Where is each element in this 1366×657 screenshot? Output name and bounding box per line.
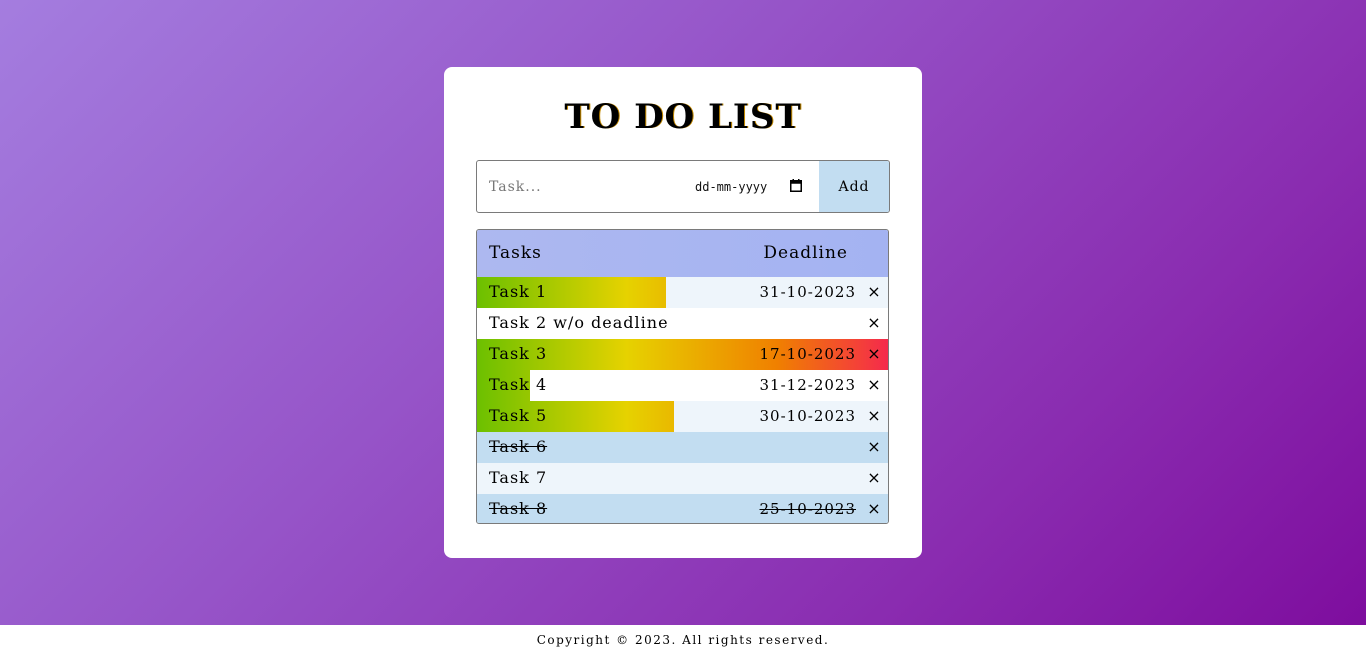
task-deadline: 25-10-2023 (759, 500, 856, 518)
task-input[interactable] (477, 161, 677, 212)
task-name[interactable]: Task 8 (489, 499, 547, 518)
calendar-icon[interactable] (790, 179, 802, 192)
copyright-text: Copyright © 2023. All rights reserved. (536, 633, 830, 647)
task-list: Task 1 31-10-2023 × Task 2 w/o deadline … (477, 277, 888, 523)
task-row[interactable]: Task 6 × (477, 432, 888, 463)
task-deadline: 17-10-2023 (759, 345, 856, 363)
task-name[interactable]: Task 6 (489, 437, 547, 456)
task-row[interactable]: Task 1 31-10-2023 × (477, 277, 888, 308)
add-button[interactable]: Add (819, 161, 889, 212)
task-name[interactable]: Task 1 (489, 282, 547, 301)
task-deadline: 30-10-2023 (759, 407, 856, 425)
close-icon[interactable]: × (866, 404, 882, 428)
task-deadline: 31-12-2023 (759, 376, 856, 394)
close-icon[interactable]: × (866, 280, 882, 304)
task-row[interactable]: Task 7 × (477, 463, 888, 494)
close-icon[interactable]: × (866, 342, 882, 366)
task-deadline: 31-10-2023 (759, 283, 856, 301)
header-deadline: Deadline (763, 243, 848, 263)
close-icon[interactable]: × (866, 435, 882, 459)
task-row[interactable]: Task 8 25-10-2023 × (477, 494, 888, 523)
deadline-date-input[interactable]: dd-mm-yyyy (693, 161, 817, 212)
task-row[interactable]: Task 4 31-12-2023 × (477, 370, 888, 401)
task-name[interactable]: Task 2 w/o deadline (489, 313, 669, 332)
task-name[interactable]: Task 4 (489, 375, 547, 394)
header-tasks: Tasks (489, 243, 542, 263)
todo-card: TO DO LIST dd-mm-yyyy Add Tasks Deadline… (444, 67, 922, 558)
footer: Copyright © 2023. All rights reserved. (0, 625, 1366, 657)
task-row[interactable]: Task 5 30-10-2023 × (477, 401, 888, 432)
page-title: TO DO LIST (564, 97, 802, 137)
close-icon[interactable]: × (866, 466, 882, 490)
table-header: Tasks Deadline (477, 230, 888, 277)
task-row[interactable]: Task 2 w/o deadline × (477, 308, 888, 339)
task-name[interactable]: Task 3 (489, 344, 547, 363)
task-row[interactable]: Task 3 17-10-2023 × (477, 339, 888, 370)
close-icon[interactable]: × (866, 497, 882, 521)
task-table: Tasks Deadline Task 1 31-10-2023 × Task … (476, 229, 889, 524)
close-icon[interactable]: × (866, 311, 882, 335)
task-name[interactable]: Task 5 (489, 406, 547, 425)
close-icon[interactable]: × (866, 373, 882, 397)
task-name[interactable]: Task 7 (489, 468, 547, 487)
date-placeholder: dd-mm-yyyy (695, 179, 768, 194)
add-task-form: dd-mm-yyyy Add (476, 160, 890, 213)
